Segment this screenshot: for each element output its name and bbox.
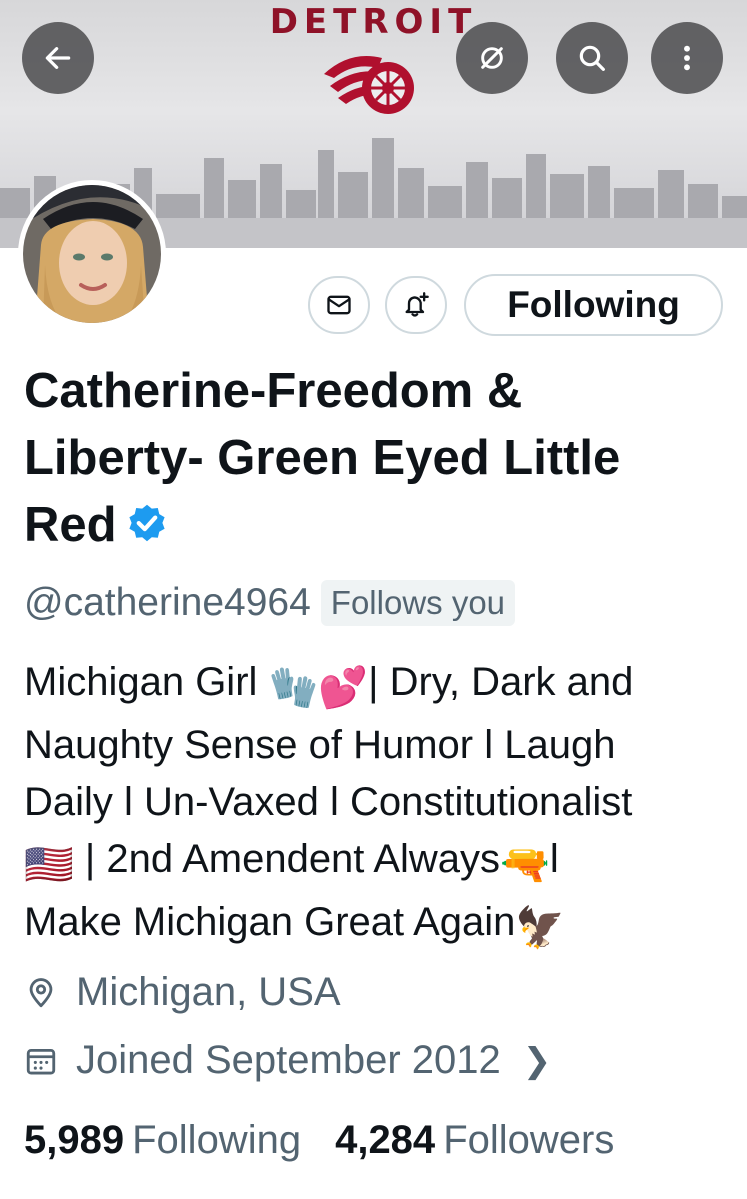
follows-you-badge: Follows you	[320, 580, 516, 626]
gloves-hearts-emoji: 🧤💕	[268, 666, 369, 710]
profile-name-line: Red	[24, 492, 724, 559]
profile-name-text: Red	[24, 498, 117, 552]
follow-stats: 5,989 Following 4,284 Followers	[24, 1118, 614, 1163]
followers-count: 4,284	[335, 1118, 436, 1162]
profile-bio: Michigan Girl 🧤💕| Dry, Dark and Naughty …	[24, 654, 729, 957]
profile-handle: @catherine4964	[24, 581, 311, 624]
chevron-right-icon: ❯	[522, 1041, 552, 1080]
verified-badge-icon[interactable]	[125, 502, 169, 546]
back-button[interactable]	[22, 22, 94, 94]
arrow-left-icon	[45, 47, 71, 69]
notifications-button[interactable]	[385, 276, 447, 334]
bio-text: Make Michigan Great Again	[24, 900, 516, 944]
search-button[interactable]	[556, 22, 628, 94]
location-pin-icon	[29, 977, 53, 1007]
pistol-emoji: 🔫	[500, 843, 550, 887]
message-button[interactable]	[308, 276, 370, 334]
search-icon	[579, 45, 605, 71]
profile-name-line: Liberty- Green Eyed Little	[24, 431, 621, 485]
more-options-button[interactable]	[651, 22, 723, 94]
banner-title: DETROIT	[269, 2, 478, 42]
profile-name: Catherine-Freedom & Liberty- Green Eyed …	[24, 358, 724, 559]
calendar-icon	[26, 1048, 56, 1074]
bio-line: 🇺🇸 | 2nd Amendent Always🔫l	[24, 831, 729, 894]
bio-line: Daily l Un-Vaxed l Constitutionalist	[24, 780, 633, 824]
location-row: Michigan, USA	[24, 970, 341, 1015]
location-text: Michigan, USA	[76, 970, 341, 1014]
following-label: Following	[132, 1118, 302, 1162]
joined-row[interactable]: Joined September 2012 ❯	[24, 1038, 551, 1083]
bio-line: Make Michigan Great Again🦅	[24, 894, 729, 957]
translate-toggle-button[interactable]	[456, 22, 528, 94]
more-vertical-icon	[684, 45, 690, 71]
eagle-emoji: 🦅	[515, 906, 566, 950]
following-button[interactable]: Following	[464, 274, 723, 336]
joined-text: Joined September 2012	[76, 1038, 501, 1082]
mail-icon	[327, 295, 351, 315]
bio-text: Michigan Girl	[24, 660, 269, 704]
eye-slash-icon	[481, 47, 503, 69]
handle-row: @catherine4964 Follows you	[24, 578, 516, 628]
us-flag-emoji: 🇺🇸	[24, 843, 74, 887]
bio-line: Michigan Girl 🧤💕| Dry, Dark and	[24, 654, 729, 717]
following-stat[interactable]: 5,989 Following	[24, 1118, 301, 1163]
winged-wheel-logo	[324, 56, 414, 114]
bio-text: | Dry, Dark and	[368, 660, 634, 704]
avatar-photo	[23, 185, 161, 323]
followers-stat[interactable]: 4,284 Followers	[335, 1118, 614, 1163]
bio-line: Naughty Sense of Humor l Laugh	[24, 723, 616, 767]
followers-label: Followers	[443, 1118, 615, 1162]
following-count: 5,989	[24, 1118, 125, 1162]
avatar[interactable]	[18, 180, 166, 328]
profile-name-line: Catherine-Freedom &	[24, 364, 523, 418]
bio-text: | 2nd Amendent Always	[73, 837, 501, 881]
bio-text: l	[549, 837, 559, 881]
bell-plus-icon	[405, 292, 429, 317]
